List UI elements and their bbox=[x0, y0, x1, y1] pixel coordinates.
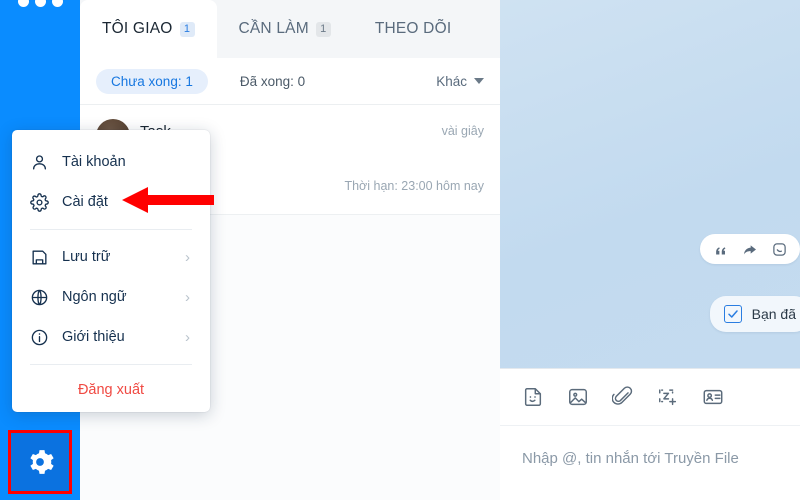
settings-gear-button[interactable] bbox=[8, 430, 72, 494]
filter-more-label: Khác bbox=[436, 73, 467, 89]
logout-button[interactable]: Đăng xuất bbox=[12, 372, 210, 402]
tab-badge: 1 bbox=[179, 21, 195, 37]
tab-badge: 1 bbox=[315, 21, 331, 37]
tab-can-lam[interactable]: CẦN LÀM 1 bbox=[217, 0, 353, 58]
red-arrow-left-icon bbox=[122, 187, 214, 213]
bubble-text: Bạn đã bbox=[751, 306, 796, 322]
menu-item-gioi-thieu[interactable]: Giới thiệu › bbox=[12, 317, 210, 357]
message-composer: Nhập @, tin nhắn tới Truyền File bbox=[500, 368, 800, 500]
menu-divider bbox=[30, 229, 192, 230]
menu-item-label: Ngôn ngữ bbox=[62, 289, 127, 305]
menu-item-tai-khoan[interactable]: Tài khoản bbox=[12, 142, 210, 182]
forward-icon[interactable] bbox=[742, 241, 758, 257]
chevron-right-icon: › bbox=[185, 288, 190, 306]
checkbox-checked-icon[interactable] bbox=[723, 305, 742, 323]
task-deadline: Thời hạn: 23:00 hôm nay bbox=[344, 179, 484, 193]
menu-divider bbox=[30, 364, 192, 365]
filter-more-dropdown[interactable]: Khác bbox=[436, 74, 484, 89]
menu-item-label: Giới thiệu bbox=[62, 329, 125, 345]
tab-toi-giao[interactable]: TÔI GIAO 1 bbox=[80, 0, 217, 58]
menu-item-luu-tru[interactable]: Lưu trữ › bbox=[12, 237, 210, 277]
chevron-down-icon bbox=[474, 78, 484, 84]
chat-message-bubble[interactable]: Bạn đã bbox=[709, 296, 800, 332]
tab-label: THEO DÕI bbox=[374, 20, 452, 37]
tab-label: CẦN LÀM bbox=[238, 20, 309, 37]
menu-item-ngon-ngu[interactable]: Ngôn ngữ › bbox=[12, 277, 210, 317]
gear-icon bbox=[30, 192, 56, 212]
tab-label: TÔI GIAO bbox=[102, 20, 173, 37]
save-icon bbox=[30, 248, 56, 267]
app-window: TÔI GIAO 1 CẦN LÀM 1 THEO DÕI Chưa xong:… bbox=[0, 0, 800, 500]
menu-item-label: Lưu trữ bbox=[62, 249, 111, 265]
more-dots-icon[interactable] bbox=[18, 0, 63, 7]
image-icon[interactable] bbox=[567, 386, 589, 408]
info-icon bbox=[30, 328, 56, 347]
business-card-icon[interactable] bbox=[702, 386, 724, 408]
chevron-right-icon: › bbox=[185, 248, 190, 266]
globe-icon bbox=[30, 288, 56, 307]
menu-item-label: Cài đặt bbox=[62, 194, 108, 210]
composer-toolbar bbox=[500, 369, 800, 426]
filter-da-xong[interactable]: Đã xong: 0 bbox=[240, 74, 305, 89]
tab-theo-doi[interactable]: THEO DÕI bbox=[353, 0, 474, 58]
chevron-right-icon: › bbox=[185, 328, 190, 346]
chat-panel: Bạn đã Nhập @, tin nhắn tới Truyền File bbox=[500, 0, 800, 500]
zcapture-icon[interactable] bbox=[657, 386, 679, 408]
more-actions-icon[interactable] bbox=[772, 242, 787, 257]
task-time: vài giây bbox=[441, 124, 484, 138]
quote-icon[interactable] bbox=[713, 242, 728, 257]
message-input[interactable]: Nhập @, tin nhắn tới Truyền File bbox=[500, 426, 800, 467]
task-tabs: TÔI GIAO 1 CẦN LÀM 1 THEO DÕI bbox=[80, 0, 500, 58]
menu-item-label: Tài khoản bbox=[62, 154, 126, 170]
filter-bar: Chưa xong: 1 Đã xong: 0 Khác bbox=[80, 58, 500, 105]
gear-icon bbox=[25, 447, 55, 477]
attachment-icon[interactable] bbox=[612, 386, 634, 408]
settings-dropdown-menu: Tài khoản Cài đặt Lưu trữ › Ngôn ngữ › G… bbox=[12, 130, 210, 412]
person-icon bbox=[30, 153, 56, 172]
sticker-icon[interactable] bbox=[522, 386, 544, 408]
message-actions-toolbar bbox=[700, 234, 800, 264]
filter-chua-xong[interactable]: Chưa xong: 1 bbox=[96, 68, 208, 94]
